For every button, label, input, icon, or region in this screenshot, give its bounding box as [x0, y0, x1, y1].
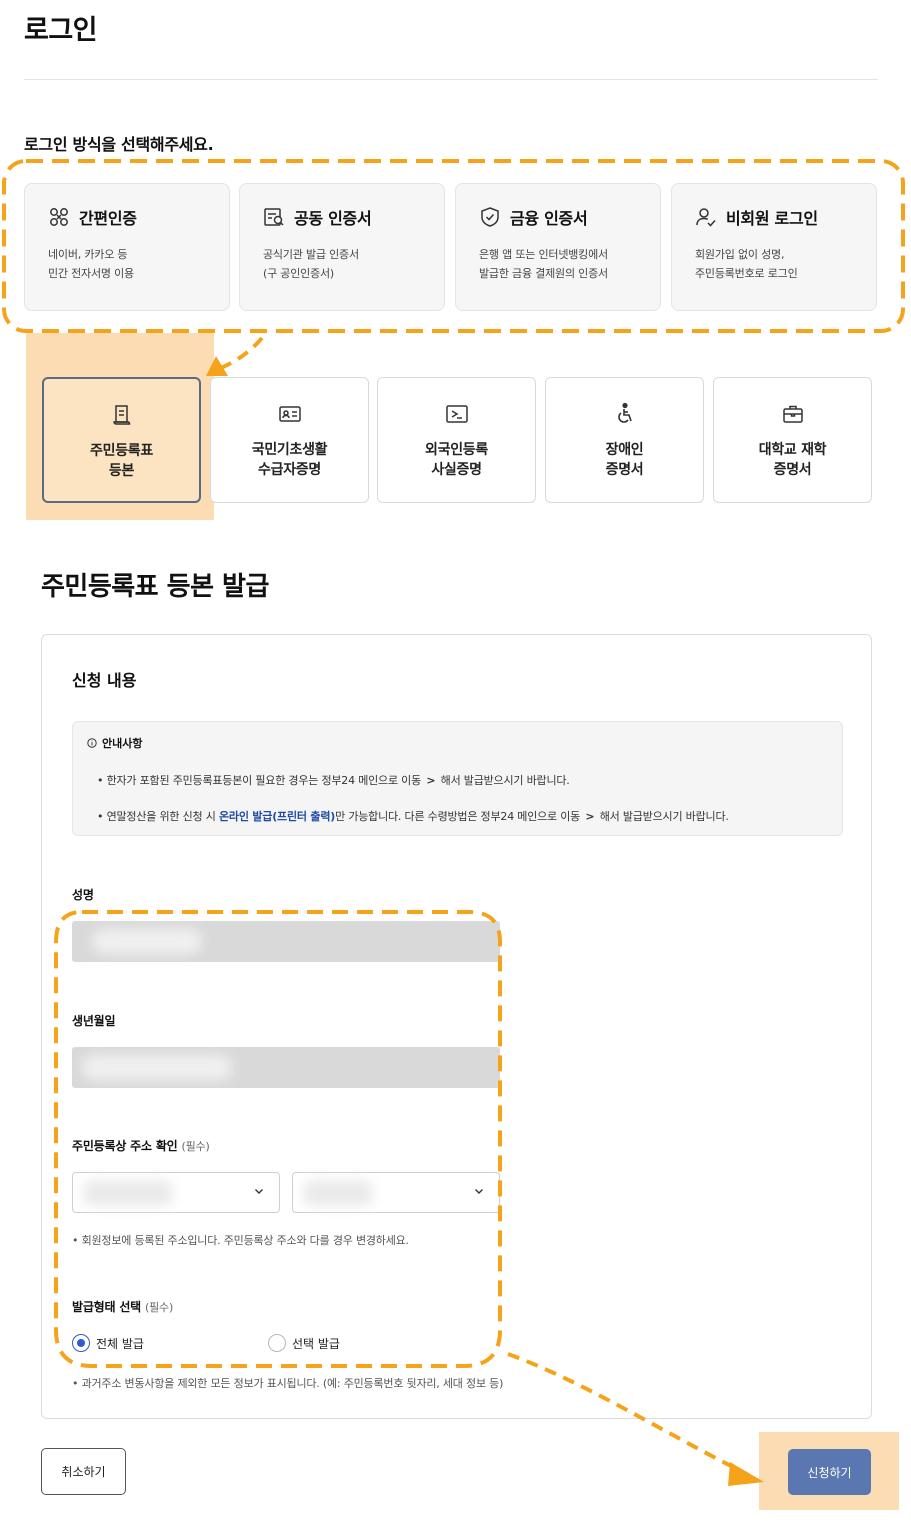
birth-label: 생년월일 — [72, 1014, 116, 1028]
passport-plane-icon — [445, 405, 468, 423]
user-check-icon — [696, 208, 716, 227]
login-method-title: 비회원 로그인 — [726, 209, 818, 228]
cert-card-label: 장애인 증명서 — [605, 442, 644, 478]
cert-card-university-enrollment[interactable]: 대학교 재학 증명서 — [713, 377, 872, 503]
name-label: 성명 — [72, 888, 94, 902]
chevron-down-icon — [475, 1189, 483, 1194]
chevron-right-icon[interactable]: > — [426, 774, 435, 787]
issue-type-label: 발급형태 선택 (필수) — [72, 1300, 174, 1314]
chevron-right-icon[interactable]: > — [585, 810, 594, 823]
radio-selective-issue[interactable]: 선택 발급 — [268, 1334, 340, 1352]
document-scroll-icon — [112, 405, 130, 425]
birth-field — [72, 1047, 500, 1088]
radio-full-issue[interactable]: 전체 발급 — [72, 1334, 144, 1352]
cert-card-basic-livelihood[interactable]: 국민기초생활 수급자증명 — [210, 377, 369, 503]
address-select-city[interactable] — [72, 1172, 280, 1213]
issue-title: 주민등록표 등본 발급 — [41, 572, 269, 602]
simple-auth-icon — [50, 208, 68, 226]
login-method-desc: 은행 앱 또는 인터넷뱅킹에서 발급한 금융 결제원의 인증서 — [479, 248, 608, 280]
login-method-guest[interactable]: 비회원 로그인 회원가입 없이 성명, 주민등록번호로 로그인 — [671, 183, 877, 311]
radio-button-icon[interactable] — [268, 1334, 286, 1352]
cert-card-label: 외국인등록 사실증명 — [425, 442, 488, 478]
address-hint: • 회원정보에 등록된 주소입니다. 주민등록상 주소와 다를 경우 변경하세요… — [72, 1234, 409, 1247]
cert-card-resident-registration[interactable]: 주민등록표 등본 — [42, 377, 201, 503]
cert-card-label: 대학교 재학 증명서 — [758, 442, 827, 478]
cancel-button[interactable]: 취소하기 — [41, 1448, 126, 1495]
notice-line-2: • 연말정산을 위한 신청 시 온라인 발급(프린터 출력)만 가능합니다. 다… — [97, 810, 729, 823]
name-field — [72, 921, 500, 962]
info-icon — [87, 738, 97, 748]
chevron-down-icon — [255, 1189, 263, 1194]
online-issue-highlight: 온라인 발급(프린터 출력) — [218, 810, 336, 823]
login-method-title: 공동 인증서 — [294, 209, 372, 228]
arrow-to-certificate-path — [215, 336, 264, 372]
login-method-simple-auth[interactable]: 간편인증 네이버, 카카오 등 민간 전자서명 이용 — [24, 183, 230, 311]
certificate-icon — [264, 208, 284, 226]
panel-title: 신청 내용 — [72, 671, 137, 690]
login-section-label: 로그인 방식을 선택해주세요. — [24, 135, 214, 154]
required-mark: (필수) — [181, 1140, 210, 1153]
login-method-financial-certificate[interactable]: 금융 인증서 은행 앱 또는 인터넷뱅킹에서 발급한 금융 결제원의 인증서 — [455, 183, 661, 311]
submit-button[interactable]: 신청하기 — [788, 1449, 871, 1495]
login-method-joint-certificate[interactable]: 공동 인증서 공식기관 발급 인증서 (구 공인인증서) — [239, 183, 445, 311]
login-method-desc: 네이버, 카카오 등 민간 전자서명 이용 — [48, 248, 134, 280]
notice-box: 안내사항 • 한자가 포함된 주민등록표등본이 필요한 경우는 정부24 메인으… — [72, 721, 843, 836]
wheelchair-icon — [617, 402, 632, 423]
login-method-desc: 회원가입 없이 성명, 주민등록번호로 로그인 — [695, 248, 798, 280]
briefcase-icon — [782, 405, 803, 423]
notice-line-1: • 한자가 포함된 주민등록표등본이 필요한 경우는 정부24 메인으로 이동 … — [97, 774, 570, 787]
title-divider — [24, 79, 878, 80]
cert-card-label: 국민기초생활 수급자증명 — [251, 442, 328, 478]
address-select-district[interactable] — [292, 1172, 500, 1213]
login-method-title: 금융 인증서 — [510, 209, 588, 228]
cert-card-label: 주민등록표 등본 — [90, 443, 153, 479]
radio-button-icon[interactable] — [72, 1334, 90, 1352]
id-card-icon — [278, 406, 301, 422]
shield-check-icon — [481, 207, 499, 227]
notice-title: 안내사항 — [87, 735, 142, 751]
required-mark: (필수) — [145, 1301, 174, 1314]
cert-card-foreigner-registration[interactable]: 외국인등록 사실증명 — [377, 377, 536, 503]
page-title: 로그인 — [24, 15, 98, 46]
address-label: 주민등록상 주소 확인 (필수) — [72, 1139, 210, 1153]
login-method-title: 간편인증 — [79, 209, 137, 228]
login-method-desc: 공식기관 발급 인증서 (구 공인인증서) — [263, 248, 359, 280]
issue-type-hint: • 과거주소 변동사항을 제외한 모든 정보가 표시됩니다. (예: 주민등록번… — [72, 1377, 504, 1390]
cert-card-disability[interactable]: 장애인 증명서 — [545, 377, 704, 503]
application-form-panel: 신청 내용 안내사항 • 한자가 포함된 주민등록표등본이 필요한 경우는 정부… — [41, 634, 872, 1419]
